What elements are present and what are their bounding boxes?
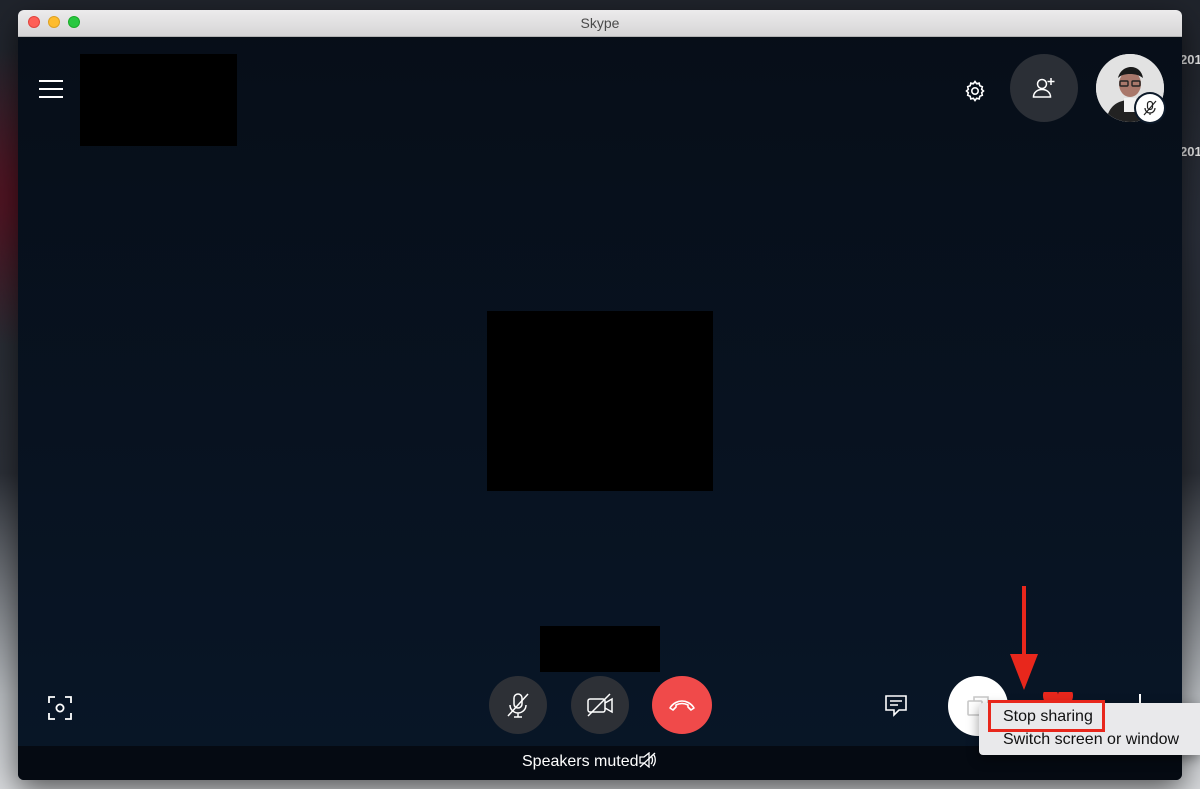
window-title: Skype (580, 15, 620, 31)
microphone-off-icon (1143, 100, 1157, 116)
redacted-shared-screen (487, 311, 713, 491)
video-off-icon (587, 693, 613, 717)
video-toggle-button[interactable] (571, 676, 629, 734)
settings-button[interactable] (960, 76, 990, 106)
annotation-arrow-icon (1010, 586, 1038, 690)
camera-snapshot-icon (48, 696, 72, 720)
chat-button[interactable] (880, 690, 912, 722)
switch-screen-menu-item[interactable]: Switch screen or window (1003, 731, 1179, 749)
snapshot-button[interactable] (44, 692, 76, 724)
title-bar: Skype (18, 10, 1182, 37)
hamburger-menu-icon (39, 80, 63, 98)
annotation-highlight-box (988, 700, 1105, 732)
hang-up-icon (669, 700, 695, 711)
microphone-off-icon (507, 693, 529, 718)
avatar-muted-badge (1136, 94, 1164, 122)
redacted-call-name (80, 54, 237, 146)
gear-icon (965, 80, 985, 102)
speakers-muted-label: Speakers muted (522, 751, 657, 771)
mute-button[interactable] (489, 676, 547, 734)
redacted-participant-name (540, 626, 660, 672)
add-participant-button[interactable] (1010, 54, 1078, 122)
chat-bubble-icon (885, 695, 907, 717)
speaker-muted-icon (638, 751, 656, 769)
desktop-text-fragment: 201 (1180, 52, 1200, 67)
menu-button[interactable] (36, 76, 66, 102)
add-person-icon (1032, 78, 1055, 98)
hang-up-button[interactable] (652, 676, 712, 734)
desktop-text-fragment: 201 (1180, 144, 1200, 159)
